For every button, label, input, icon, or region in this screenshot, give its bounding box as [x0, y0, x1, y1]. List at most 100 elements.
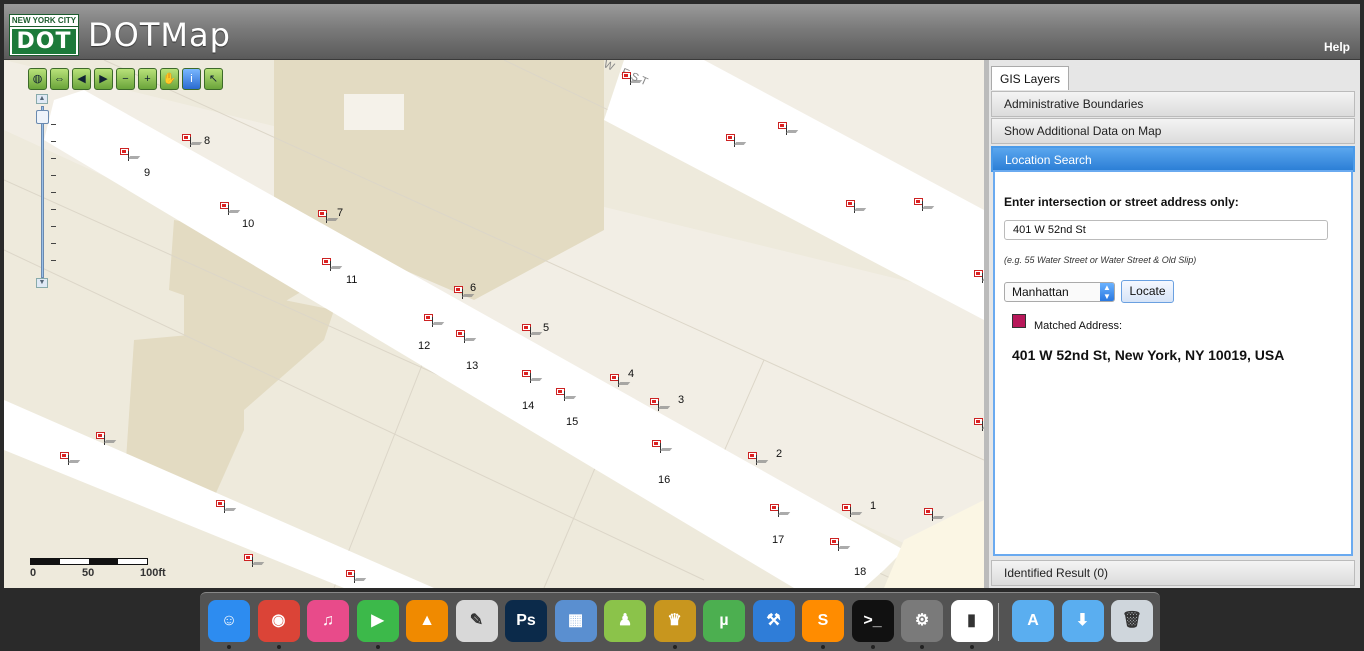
section-additional-data[interactable]: Show Additional Data on Map: [991, 118, 1355, 144]
map-pin-marker[interactable]: [556, 388, 577, 402]
map-pin-marker[interactable]: [318, 210, 339, 224]
map-pin-label: 9: [144, 167, 151, 179]
locate-button[interactable]: Locate: [1121, 280, 1174, 303]
sublime-icon[interactable]: S: [802, 600, 844, 642]
activity-monitor-icon[interactable]: ▮: [950, 600, 993, 642]
zoom-in-icon[interactable]: +: [138, 68, 157, 90]
dock-running-indicator: [276, 645, 281, 649]
map-pin-marker[interactable]: [914, 198, 935, 212]
downloads-folder-icon[interactable]: ⬇: [1061, 600, 1104, 642]
app-window: NEW YORK CITY DOT DOTMap Help W EST ◍ ⇔ …: [0, 0, 1364, 651]
dock-running-indicator: [672, 645, 677, 649]
app-title: DOTMap: [88, 16, 231, 54]
zoom-out-icon[interactable]: −: [116, 68, 135, 90]
map-pin-marker[interactable]: [726, 134, 747, 148]
measure-icon[interactable]: ⇔: [50, 68, 69, 90]
chrome-icon[interactable]: ◉: [257, 600, 300, 642]
select-icon[interactable]: ↖: [204, 68, 223, 90]
map-pin-marker[interactable]: [974, 270, 984, 284]
zoom-tick: [51, 192, 56, 193]
map-pin-marker[interactable]: [244, 554, 265, 568]
map-pin-marker[interactable]: [96, 432, 117, 446]
map-pin-marker[interactable]: [522, 370, 543, 384]
map-pin-marker[interactable]: [924, 508, 945, 522]
map-view[interactable]: W EST ◍ ⇔ ◀ ▶ − + ✋ i ↖ ▲ ▼ 12 3 4 5 6 7…: [4, 60, 984, 588]
zoom-track[interactable]: [41, 106, 44, 278]
help-link[interactable]: Help: [1324, 40, 1350, 54]
map-pin-marker[interactable]: [842, 504, 863, 518]
map-pin-marker[interactable]: [974, 418, 984, 432]
map-pin-marker[interactable]: [216, 500, 237, 514]
map-pin-marker[interactable]: [60, 452, 81, 466]
itunes-icon[interactable]: ♫: [307, 600, 349, 642]
map-pin-label: 13: [466, 360, 479, 372]
map-pin-marker[interactable]: [846, 200, 867, 214]
finder-icon[interactable]: ☺: [208, 600, 250, 642]
map-pin-label: 10: [242, 218, 255, 230]
textedit-icon[interactable]: ✎: [455, 600, 498, 642]
nyc-dot-logo[interactable]: NEW YORK CITY DOT: [9, 14, 79, 56]
crown-app-icon[interactable]: ♛: [653, 600, 696, 642]
zoom-down-arrow-icon[interactable]: ▼: [36, 278, 48, 288]
map-pin-marker[interactable]: [220, 202, 241, 216]
info-icon[interactable]: i: [182, 68, 201, 90]
pan-forward-icon[interactable]: ▶: [94, 68, 113, 90]
utorrent-icon[interactable]: µ: [703, 600, 745, 642]
search-instruction: Enter intersection or street address onl…: [1004, 195, 1239, 209]
map-pin-marker[interactable]: [424, 314, 445, 328]
section-administrative-boundaries[interactable]: Administrative Boundaries: [991, 91, 1355, 117]
map-pin-label: 5: [543, 322, 550, 334]
map-pin-marker[interactable]: [120, 148, 141, 162]
hand-icon[interactable]: ✋: [160, 68, 179, 90]
matched-address-value: 401 W 52nd St, New York, NY 10019, USA: [1012, 347, 1285, 363]
xcode-icon[interactable]: ⚒: [752, 600, 795, 642]
section-identified-result[interactable]: Identified Result (0): [991, 560, 1355, 586]
facetime-icon[interactable]: ▶: [356, 600, 399, 642]
logo-bottom-text: DOT: [12, 29, 76, 54]
map-pin-marker[interactable]: [778, 122, 799, 136]
map-pin-marker[interactable]: [182, 134, 203, 148]
search-hint: (e.g. 55 Water Street or Water Street & …: [1004, 255, 1197, 265]
preview-icon[interactable]: ▦: [554, 600, 597, 642]
zoom-up-arrow-icon[interactable]: ▲: [36, 94, 48, 104]
vlc-icon[interactable]: ▲: [406, 600, 448, 642]
macos-dock: ☺ ◉ ♫ ▶ ▲ ✎ Ps ▦ ♟ ♛ µ ⚒ S >_ ⚙ ▮ A ⬇ 🗑: [200, 592, 1160, 651]
basemap: [4, 60, 984, 588]
map-pin-marker[interactable]: [322, 258, 343, 272]
address-input[interactable]: [1004, 220, 1328, 240]
map-pin-label: 15: [566, 416, 579, 428]
map-pin-marker[interactable]: [652, 440, 673, 454]
map-pin-marker[interactable]: [650, 398, 671, 412]
map-pin-marker[interactable]: [610, 374, 631, 388]
map-pin-marker[interactable]: [346, 570, 367, 584]
trash-icon[interactable]: 🗑: [1111, 600, 1153, 642]
map-pin-label: 12: [418, 340, 431, 352]
pan-back-icon[interactable]: ◀: [72, 68, 91, 90]
map-pin-marker[interactable]: [522, 324, 543, 338]
terminal-icon[interactable]: >_: [851, 600, 894, 642]
borough-select[interactable]: Manhattan ▲ ▼: [1004, 282, 1115, 302]
map-pin-label: 3: [678, 394, 685, 406]
zoom-slider[interactable]: ▲ ▼: [36, 94, 56, 290]
chevron-updown-icon[interactable]: ▲ ▼: [1100, 283, 1114, 301]
globe-icon[interactable]: ◍: [28, 68, 47, 90]
map-pin-marker[interactable]: [748, 452, 769, 466]
tab-gis-layers[interactable]: GIS Layers: [991, 66, 1069, 90]
map-pin-marker[interactable]: [770, 504, 791, 518]
map-pin-label: 1: [870, 500, 877, 512]
section-location-search[interactable]: Location Search: [991, 146, 1355, 172]
applications-folder-icon[interactable]: A: [1012, 600, 1054, 642]
map-pin-marker[interactable]: [830, 538, 851, 552]
zoom-thumb[interactable]: [36, 110, 49, 124]
scale-label-0: 0: [30, 567, 37, 579]
map-pin-marker[interactable]: [622, 72, 643, 86]
map-pin-marker[interactable]: [456, 330, 477, 344]
scale-graphic: [30, 558, 148, 565]
android-icon[interactable]: ♟: [604, 600, 646, 642]
photoshop-icon[interactable]: Ps: [505, 600, 547, 642]
scale-label-100: 100ft: [140, 567, 166, 579]
map-pin-label: 4: [628, 368, 635, 380]
dock-separator: [998, 603, 999, 641]
dock-running-indicator: [969, 645, 974, 649]
system-prefs-icon[interactable]: ⚙: [901, 600, 943, 642]
